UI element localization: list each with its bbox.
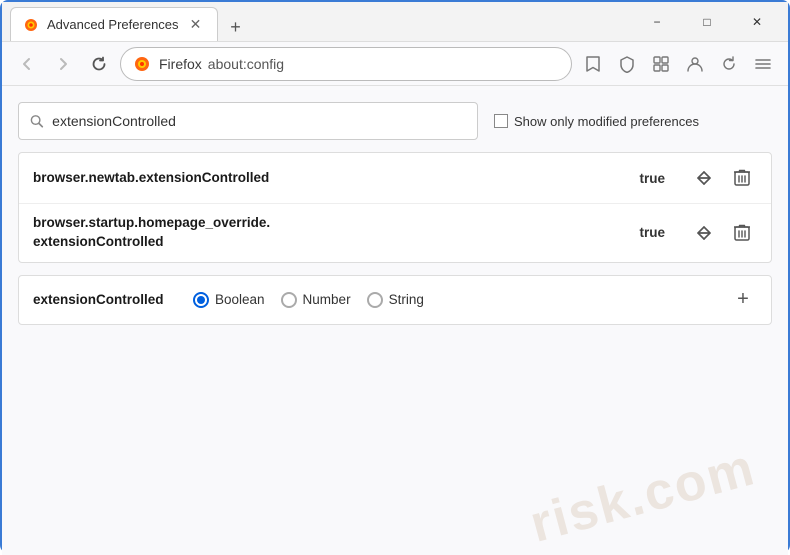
show-modified-text: Show only modified preferences bbox=[514, 114, 699, 129]
pref-name-2-line1: browser.startup.homepage_override. bbox=[33, 215, 270, 230]
pref-name-2-line2: extensionControlled bbox=[33, 234, 164, 249]
content-area: risk.com Show only modified preferences … bbox=[2, 86, 788, 555]
reload-button[interactable] bbox=[84, 49, 114, 79]
extension-icon[interactable] bbox=[646, 49, 676, 79]
row-actions-1 bbox=[689, 163, 757, 193]
new-pref-name: extensionControlled bbox=[33, 292, 173, 307]
table-row: browser.startup.homepage_override. exten… bbox=[19, 204, 771, 262]
shield-icon[interactable] bbox=[612, 49, 642, 79]
radio-string-label: String bbox=[389, 292, 424, 307]
account-icon[interactable] bbox=[680, 49, 710, 79]
back-button[interactable] bbox=[12, 49, 42, 79]
show-modified-checkbox[interactable] bbox=[494, 114, 508, 128]
window-controls: − □ ✕ bbox=[634, 7, 780, 37]
tab-favicon bbox=[23, 17, 39, 33]
pref-value-2: true bbox=[639, 225, 665, 240]
maximize-button[interactable]: □ bbox=[684, 7, 730, 37]
radio-number-circle[interactable] bbox=[281, 292, 297, 308]
delete-button-1[interactable] bbox=[727, 163, 757, 193]
radio-number-label: Number bbox=[303, 292, 351, 307]
results-table: browser.newtab.extensionControlled true bbox=[18, 152, 772, 263]
search-row: Show only modified preferences bbox=[18, 102, 772, 140]
active-tab[interactable]: Advanced Preferences ✕ bbox=[10, 7, 218, 41]
pref-name-1: browser.newtab.extensionControlled bbox=[33, 169, 639, 188]
pref-name-2: browser.startup.homepage_override. exten… bbox=[33, 214, 639, 252]
site-name: Firefox bbox=[159, 56, 202, 72]
row-actions-2 bbox=[689, 218, 757, 248]
table-row: browser.newtab.extensionControlled true bbox=[19, 153, 771, 204]
close-button[interactable]: ✕ bbox=[734, 7, 780, 37]
title-bar: Advanced Preferences ✕ + − □ ✕ bbox=[2, 2, 788, 42]
sync-icon[interactable] bbox=[714, 49, 744, 79]
address-path: about:config bbox=[208, 56, 284, 72]
forward-button[interactable] bbox=[48, 49, 78, 79]
search-input[interactable] bbox=[52, 113, 467, 129]
search-box[interactable] bbox=[18, 102, 478, 140]
nav-bar: Firefox about:config bbox=[2, 42, 788, 86]
reset-button-2[interactable] bbox=[689, 218, 719, 248]
radio-group: Boolean Number String bbox=[193, 292, 709, 308]
tab-title: Advanced Preferences bbox=[47, 17, 179, 32]
reset-button-1[interactable] bbox=[689, 163, 719, 193]
delete-button-2[interactable] bbox=[727, 218, 757, 248]
tab-area: Advanced Preferences ✕ + bbox=[10, 2, 634, 41]
site-icon bbox=[133, 55, 151, 73]
address-text: Firefox about:config bbox=[159, 56, 284, 72]
add-button[interactable]: + bbox=[729, 286, 757, 314]
radio-boolean[interactable]: Boolean bbox=[193, 292, 265, 308]
nav-icons bbox=[578, 49, 778, 79]
radio-string-circle[interactable] bbox=[367, 292, 383, 308]
radio-boolean-circle[interactable] bbox=[193, 292, 209, 308]
pref-value-1: true bbox=[639, 171, 665, 186]
search-icon bbox=[29, 113, 44, 129]
new-pref-row: extensionControlled Boolean Number Strin… bbox=[18, 275, 772, 325]
watermark: risk.com bbox=[525, 439, 762, 554]
new-tab-button[interactable]: + bbox=[222, 13, 250, 41]
minimize-button[interactable]: − bbox=[634, 7, 680, 37]
radio-number[interactable]: Number bbox=[281, 292, 351, 308]
radio-boolean-label: Boolean bbox=[215, 292, 265, 307]
tab-close-button[interactable]: ✕ bbox=[187, 16, 205, 34]
bookmark-icon[interactable] bbox=[578, 49, 608, 79]
address-bar[interactable]: Firefox about:config bbox=[120, 47, 572, 81]
radio-string[interactable]: String bbox=[367, 292, 424, 308]
menu-icon[interactable] bbox=[748, 49, 778, 79]
show-modified-label[interactable]: Show only modified preferences bbox=[494, 114, 699, 129]
